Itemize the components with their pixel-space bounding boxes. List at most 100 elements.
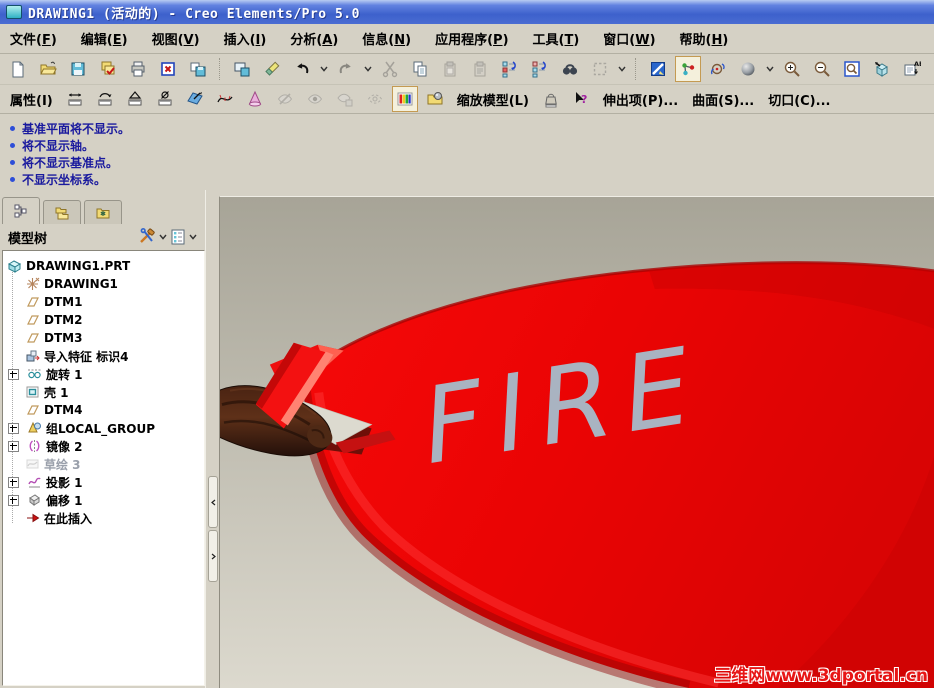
regenerate-list-icon xyxy=(532,61,546,78)
copy-button[interactable] xyxy=(407,56,433,82)
redo-button[interactable] xyxy=(333,56,359,82)
expand-panel-button[interactable] xyxy=(208,530,218,582)
paste-button[interactable] xyxy=(437,56,463,82)
collapse-panel-button[interactable] xyxy=(208,476,218,528)
cutout-button[interactable]: 切口(C)... xyxy=(763,90,835,109)
context-help-button[interactable]: ? xyxy=(568,86,594,112)
save-button[interactable] xyxy=(65,56,91,82)
tab-favorites[interactable] xyxy=(84,200,122,224)
tree-item-revolve[interactable]: 旋转 1 xyxy=(5,365,204,383)
analysis-surface-button[interactable] xyxy=(182,86,208,112)
tree-tools-icon[interactable] xyxy=(138,228,156,246)
save-copy-button[interactable] xyxy=(95,56,121,82)
zoom-in-button[interactable] xyxy=(779,56,805,82)
tree-item-shell[interactable]: 壳 1 xyxy=(5,383,204,401)
shaded-view-menu-button[interactable] xyxy=(765,57,775,81)
attributes-button[interactable]: 属性(I) xyxy=(5,90,58,109)
tree-settings-menu-icon[interactable] xyxy=(189,234,197,240)
tab-folder-browser[interactable] xyxy=(43,200,81,224)
spin-center-button[interactable] xyxy=(705,56,731,82)
show-item-button[interactable] xyxy=(302,86,328,112)
save-display-button[interactable] xyxy=(229,56,255,82)
tree-item-offset[interactable]: 偏移 1 xyxy=(5,491,204,509)
analysis-volume-button[interactable] xyxy=(242,86,268,112)
analysis-curve-button[interactable] xyxy=(212,86,238,112)
measure-arc-button[interactable] xyxy=(92,86,118,112)
panel-splitter[interactable] xyxy=(205,190,219,688)
measure-diameter-button[interactable] xyxy=(152,86,178,112)
save-status-button[interactable] xyxy=(332,86,358,112)
regenerate-manager-button[interactable] xyxy=(527,56,553,82)
paste-special-button[interactable] xyxy=(467,56,493,82)
appearance-manager-button[interactable] xyxy=(422,86,448,112)
surface-button[interactable]: 曲面(S)... xyxy=(687,90,759,109)
menu-item-insert[interactable]: 插入(I) xyxy=(224,29,267,48)
expand-icon[interactable] xyxy=(8,494,19,506)
select-box-menu-button[interactable] xyxy=(617,57,627,81)
erase-display-button[interactable] xyxy=(155,56,181,82)
select-box-button[interactable] xyxy=(587,56,613,82)
menu-item-analysis[interactable]: 分析(A) xyxy=(290,29,338,48)
menu-item-applications[interactable]: 应用程序(P) xyxy=(435,29,508,48)
zoom-out-button[interactable] xyxy=(809,56,835,82)
tree-item-dtm1[interactable]: DTM1 xyxy=(5,293,204,311)
redo-menu-button[interactable] xyxy=(363,57,373,81)
regenerate-button[interactable] xyxy=(497,56,523,82)
tree-item-csys[interactable]: DRAWING1 xyxy=(5,275,204,293)
hide-item-button[interactable] xyxy=(272,86,298,112)
menu-item-edit[interactable]: 编辑(E) xyxy=(81,29,128,48)
expand-icon[interactable] xyxy=(8,440,19,452)
shaded-view-button[interactable] xyxy=(735,56,761,82)
tree-item-dtm3[interactable]: DTM3 xyxy=(5,329,204,347)
open-file-button[interactable] xyxy=(35,56,61,82)
reorient-button[interactable] xyxy=(869,56,895,82)
menu-item-help[interactable]: 帮助(H) xyxy=(680,29,729,48)
3d-viewport[interactable]: FIRE 三维网www.3dportal.cn xyxy=(219,196,934,688)
tree-item-dtm2[interactable]: DTM2 xyxy=(5,311,204,329)
display-status-button[interactable] xyxy=(362,86,388,112)
backup-button[interactable] xyxy=(185,56,211,82)
mirror-icon xyxy=(29,440,40,452)
save-copy-icon xyxy=(190,62,206,77)
expand-icon[interactable] xyxy=(8,422,19,434)
tree-item-part[interactable]: DRAWING1.PRT xyxy=(5,257,204,275)
copy-icon xyxy=(413,61,427,77)
saved-views-button[interactable]: AB xyxy=(899,56,925,82)
print-button[interactable] xyxy=(125,56,151,82)
menu-item-file[interactable]: 文件(F) xyxy=(10,29,57,48)
menu-item-window[interactable]: 窗口(W) xyxy=(603,29,655,48)
refit-button[interactable] xyxy=(839,56,865,82)
new-file-button[interactable] xyxy=(5,56,31,82)
display-filter-button[interactable] xyxy=(645,56,671,82)
cut-button[interactable] xyxy=(377,56,403,82)
tree-item-mirror[interactable]: 镜像 2 xyxy=(5,437,204,455)
model-info-button[interactable] xyxy=(538,86,564,112)
zoom-model-button[interactable]: 缩放模型(L) xyxy=(452,90,534,109)
menu-item-view[interactable]: 视图(V) xyxy=(152,29,200,48)
tree-item-dtm4[interactable]: DTM4 xyxy=(5,401,204,419)
tree-item-import[interactable]: 导入特征 标识4 xyxy=(5,347,204,365)
expand-icon[interactable] xyxy=(8,368,19,380)
chevron-down-icon xyxy=(618,66,626,72)
undo-menu-button[interactable] xyxy=(319,57,329,81)
appearance-gallery-button[interactable] xyxy=(391,86,418,112)
tree-item-group[interactable]: 组LOCAL_GROUP xyxy=(5,419,204,437)
protrusion-button[interactable]: 伸出项(P)... xyxy=(598,90,683,109)
tree-settings-icon[interactable] xyxy=(170,228,186,246)
layers-button[interactable] xyxy=(929,56,934,82)
tree-item-projection[interactable]: 投影 1 xyxy=(5,473,204,491)
find-button[interactable] xyxy=(557,56,583,82)
undo-button[interactable] xyxy=(289,56,315,82)
expand-icon[interactable] xyxy=(8,476,19,488)
measure-distance-button[interactable] xyxy=(62,86,88,112)
tree-item-sketch[interactable]: 草绘 3 xyxy=(5,455,204,473)
erase-button[interactable] xyxy=(259,56,285,82)
arrow-right-icon xyxy=(211,553,216,559)
datum-display-button[interactable] xyxy=(675,56,701,82)
menu-item-info[interactable]: 信息(N) xyxy=(362,29,411,48)
tree-item-insert-here[interactable]: 在此插入 xyxy=(5,509,204,527)
menu-item-tools[interactable]: 工具(T) xyxy=(533,29,580,48)
measure-angle-button[interactable] xyxy=(122,86,148,112)
tree-tools-menu-icon[interactable] xyxy=(159,234,167,240)
tab-model-tree[interactable] xyxy=(2,197,40,224)
